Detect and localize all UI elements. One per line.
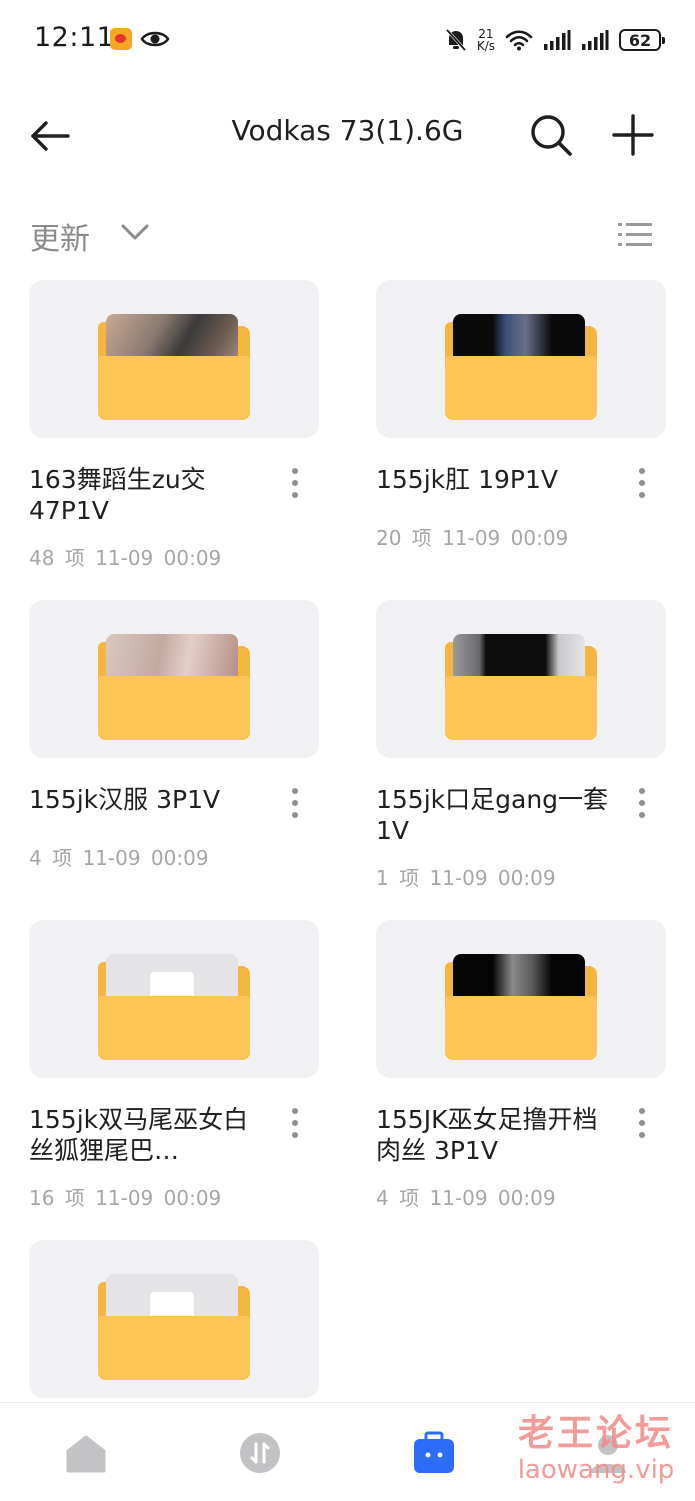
folder-icon: [445, 634, 597, 740]
list-view-button[interactable]: [616, 218, 654, 252]
more-options-button[interactable]: [632, 1106, 652, 1140]
folder-meta: 4 项 11-09 00:09: [29, 846, 209, 870]
more-options-button[interactable]: [285, 1106, 305, 1140]
top-bar: Vodkas 73(1).6G: [0, 96, 695, 176]
folder-meta: 1 项 11-09 00:09: [376, 866, 556, 890]
more-options-button[interactable]: [285, 786, 305, 820]
folder-thumbnail[interactable]: [29, 1240, 319, 1398]
weibo-icon: [110, 28, 132, 50]
signal-2-icon: [582, 30, 609, 50]
watermark-title: 老王论坛: [517, 1413, 674, 1454]
folder-meta: 4 项 11-09 00:09: [376, 1186, 556, 1210]
eye-icon: [140, 31, 170, 47]
folder-name: 155jk汉服 3P1V: [29, 785, 221, 814]
folder-meta: 20 项 11-09 00:09: [376, 526, 569, 550]
transfer-icon[interactable]: [238, 1431, 282, 1475]
folder-thumbnail[interactable]: [29, 280, 319, 438]
folder-icon: [445, 314, 597, 420]
battery-icon: 62: [619, 29, 665, 51]
more-options-button[interactable]: [285, 466, 305, 500]
folder-thumbnail[interactable]: [376, 920, 666, 1078]
watermark: 老王论坛 laowang.vip: [506, 1414, 686, 1486]
speed-unit: K/s: [476, 39, 495, 53]
status-bar: 12:11 21 K/s 62: [0, 0, 695, 80]
sort-dropdown[interactable]: 更新: [30, 214, 90, 258]
page-title: Vodkas 73(1).6G: [231, 114, 464, 147]
folder-name: 155jk肛 19P1V: [376, 465, 558, 494]
files-icon[interactable]: [412, 1431, 456, 1475]
folder-thumbnail[interactable]: [376, 280, 666, 438]
sort-row: 更新: [0, 210, 695, 260]
battery-level: 62: [628, 30, 652, 50]
folder-name: 155JK巫女足撸开档肉丝 3P1V: [376, 1105, 598, 1165]
chevron-down-icon[interactable]: [120, 222, 150, 242]
home-icon[interactable]: [64, 1431, 108, 1475]
mute-bell-icon: [445, 28, 466, 52]
folder-name: 163舞蹈生zu交47P1V: [29, 465, 206, 525]
folder-thumbnail[interactable]: [376, 600, 666, 758]
folder-meta: 16 项 11-09 00:09: [29, 1186, 222, 1210]
folder-icon: [98, 954, 250, 1060]
folder-name: 155jk双马尾巫女白丝狐狸尾巴…: [29, 1105, 249, 1165]
network-speed: 21 K/s: [477, 28, 495, 52]
more-options-button[interactable]: [632, 466, 652, 500]
folder-meta: 48 项 11-09 00:09: [29, 546, 222, 570]
folder-thumbnail[interactable]: [29, 600, 319, 758]
more-options-button[interactable]: [632, 786, 652, 820]
folder-name: 155jk口足gang一套 1V: [376, 785, 609, 845]
add-button[interactable]: [610, 112, 656, 158]
wifi-icon: [505, 30, 533, 51]
status-time: 12:11: [34, 22, 115, 53]
folder-thumbnail[interactable]: [29, 920, 319, 1078]
folder-icon: [98, 634, 250, 740]
folder-icon: [98, 1274, 250, 1380]
folder-icon: [98, 314, 250, 420]
signal-icon: [544, 30, 571, 50]
search-button[interactable]: [528, 112, 574, 158]
watermark-url: laowang.vip: [517, 1455, 675, 1485]
folder-icon: [445, 954, 597, 1060]
